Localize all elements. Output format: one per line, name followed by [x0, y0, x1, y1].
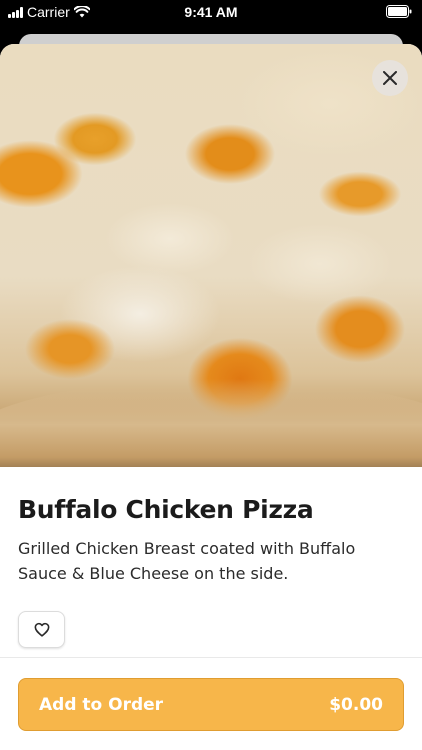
item-title: Buffalo Chicken Pizza — [18, 495, 314, 524]
favorite-button[interactable] — [18, 611, 65, 648]
heart-icon — [34, 622, 49, 637]
close-button[interactable] — [372, 60, 408, 96]
status-bar: Carrier 9:41 AM — [0, 0, 422, 24]
item-description: Grilled Chicken Breast coated with Buffa… — [18, 539, 356, 583]
order-price: $0.00 — [329, 694, 383, 715]
add-to-order-button[interactable]: Add to Order $0.00 — [18, 678, 404, 731]
close-icon — [383, 71, 397, 85]
item-detail-sheet: Buffalo Chicken Pizza Grilled Chicken Br… — [0, 44, 422, 750]
add-to-order-label: Add to Order — [39, 694, 164, 715]
footer-divider — [0, 657, 422, 658]
status-time: 9:41 AM — [184, 4, 238, 20]
battery-icon — [386, 5, 412, 21]
item-info: Buffalo Chicken Pizza Grilled Chicken Br… — [18, 495, 404, 586]
item-photo — [0, 44, 422, 467]
pizza-crust — [0, 379, 422, 467]
